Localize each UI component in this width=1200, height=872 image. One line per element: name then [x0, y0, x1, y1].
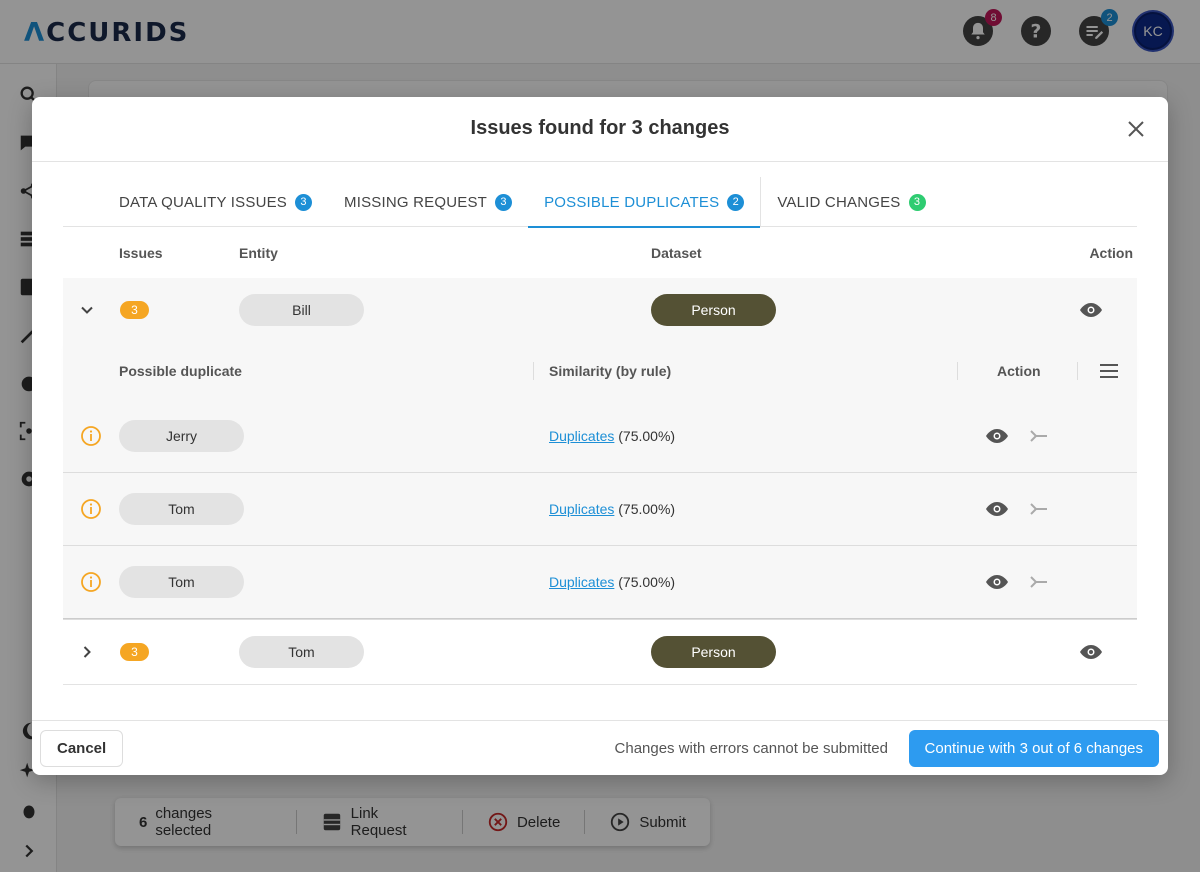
issues-modal: Issues found for 3 changes DATA QUALITY … [32, 97, 1168, 775]
tab-valid-changes[interactable]: VALID CHANGES 3 [760, 177, 941, 227]
duplicate-pill[interactable]: Tom [119, 566, 244, 598]
eye-icon [1080, 303, 1102, 317]
issue-count-badge: 3 [120, 301, 149, 319]
eye-icon [986, 429, 1008, 443]
merge-button[interactable] [1027, 425, 1049, 447]
duplicates-rule-link[interactable]: Duplicates [549, 574, 614, 590]
tab-count-badge: 2 [727, 193, 745, 211]
duplicate-row: Jerry Duplicates (75.00%) [63, 400, 1137, 473]
entity-pill[interactable]: Tom [239, 636, 364, 668]
duplicate-row: Tom Duplicates (75.00%) [63, 473, 1137, 546]
dataset-pill[interactable]: Person [651, 294, 776, 326]
duplicates-rule-link[interactable]: Duplicates [549, 428, 614, 444]
header-entity: Entity [239, 245, 278, 261]
column-divider [957, 362, 958, 380]
similarity-percent: (75.00%) [618, 501, 676, 517]
merge-icon [1030, 576, 1047, 588]
merge-icon [1030, 430, 1047, 442]
similarity-cell: Duplicates (75.00%) [549, 428, 675, 444]
subheader-similarity: Similarity (by rule) [549, 363, 672, 379]
merge-button[interactable] [1027, 498, 1049, 520]
similarity-percent: (75.00%) [618, 428, 676, 444]
eye-icon [1080, 645, 1102, 659]
similarity-percent: (75.00%) [618, 574, 676, 590]
view-duplicate-button[interactable] [985, 424, 1009, 448]
column-divider [533, 362, 534, 380]
duplicates-rule-link[interactable]: Duplicates [549, 501, 614, 517]
dataset-pill[interactable]: Person [651, 636, 776, 668]
subheader-action: Action [997, 363, 1041, 379]
view-duplicate-button[interactable] [985, 497, 1009, 521]
modal-footer: Cancel Changes with errors cannot be sub… [32, 720, 1168, 775]
issues-table: Issues Entity Dataset Action 3 Bill Pers… [63, 228, 1137, 685]
subheader-possible-duplicate: Possible duplicate [119, 363, 242, 379]
info-icon [80, 498, 102, 520]
cancel-button[interactable]: Cancel [40, 730, 124, 767]
tab-label: VALID CHANGES [777, 193, 901, 211]
expand-button[interactable] [79, 644, 95, 660]
hamburger-menu-icon [1100, 364, 1118, 378]
table-row: 3 Tom Person [63, 619, 1137, 685]
column-menu-button[interactable] [1099, 362, 1119, 380]
collapse-button[interactable] [79, 302, 95, 318]
tab-label: MISSING REQUEST [344, 193, 488, 211]
similarity-cell: Duplicates (75.00%) [549, 501, 675, 517]
tab-count-badge: 3 [908, 193, 926, 211]
footer-message: Changes with errors cannot be submitted [614, 740, 888, 757]
modal-title: Issues found for 3 changes [470, 117, 730, 139]
duplicate-pill[interactable]: Tom [119, 493, 244, 525]
chevron-down-icon [81, 306, 93, 314]
table-row: 3 Bill Person [63, 278, 1137, 342]
close-button[interactable] [1126, 119, 1146, 139]
tab-possible-duplicates[interactable]: POSSIBLE DUPLICATES 2 [528, 177, 761, 228]
issue-count-badge: 3 [120, 643, 149, 661]
tab-label: POSSIBLE DUPLICATES [544, 193, 720, 211]
continue-button[interactable]: Continue with 3 out of 6 changes [908, 730, 1159, 767]
info-icon [80, 571, 102, 593]
tab-count-badge: 3 [495, 193, 513, 211]
header-dataset: Dataset [651, 245, 702, 261]
view-button[interactable] [1079, 298, 1103, 322]
duplicate-row: Tom Duplicates (75.00%) [63, 546, 1137, 619]
info-icon [80, 425, 102, 447]
view-duplicate-button[interactable] [985, 570, 1009, 594]
tab-missing-request[interactable]: MISSING REQUEST 3 [328, 177, 528, 227]
tab-label: DATA QUALITY ISSUES [119, 193, 288, 211]
close-icon [1128, 121, 1144, 137]
view-button[interactable] [1079, 640, 1103, 664]
duplicates-subheader: Possible duplicate Similarity (by rule) … [63, 342, 1137, 400]
merge-button[interactable] [1027, 571, 1049, 593]
table-header: Issues Entity Dataset Action [63, 228, 1137, 278]
duplicate-pill[interactable]: Jerry [119, 420, 244, 452]
entity-pill[interactable]: Bill [239, 294, 364, 326]
tab-count-badge: 3 [295, 193, 313, 211]
merge-icon [1030, 503, 1047, 515]
eye-icon [986, 502, 1008, 516]
header-issues: Issues [119, 245, 163, 261]
chevron-right-icon [83, 646, 91, 658]
header-action: Action [1089, 245, 1133, 261]
modal-header: Issues found for 3 changes [32, 97, 1168, 162]
similarity-cell: Duplicates (75.00%) [549, 574, 675, 590]
tab-data-quality-issues[interactable]: DATA QUALITY ISSUES 3 [63, 177, 328, 227]
column-divider [1077, 362, 1078, 380]
eye-icon [986, 575, 1008, 589]
issue-tabs: DATA QUALITY ISSUES 3 MISSING REQUEST 3 … [63, 177, 1137, 228]
